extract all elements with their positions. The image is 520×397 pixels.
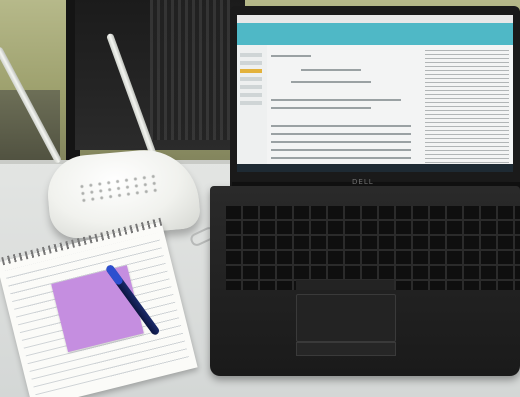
touchpad-buttons bbox=[296, 342, 396, 356]
table-row bbox=[271, 125, 411, 127]
trackpoint-buttons bbox=[296, 280, 394, 290]
photo-scene: DELL bbox=[0, 0, 520, 397]
router-admin-content bbox=[271, 49, 419, 167]
content-line bbox=[271, 55, 311, 57]
os-taskbar bbox=[237, 164, 513, 172]
keyboard-rows bbox=[226, 206, 520, 290]
sidebar-item bbox=[240, 93, 262, 97]
laptop-display bbox=[237, 15, 513, 172]
content-line bbox=[271, 107, 371, 109]
laptop-touchpad bbox=[296, 294, 396, 342]
sidebar-item bbox=[240, 77, 262, 81]
laptop-brand-logo: DELL bbox=[352, 178, 374, 186]
browser-toolbar bbox=[237, 15, 513, 23]
sidebar-item bbox=[240, 61, 262, 65]
rack-cables bbox=[150, 0, 230, 140]
sidebar-item bbox=[240, 101, 262, 105]
content-line bbox=[271, 99, 401, 101]
router-admin-header bbox=[237, 23, 513, 45]
router-admin-help-panel bbox=[425, 47, 509, 169]
sidebar-item bbox=[240, 53, 262, 57]
table-row bbox=[271, 133, 411, 135]
router-admin-sidebar bbox=[237, 45, 267, 172]
table-row bbox=[271, 141, 411, 143]
table-row bbox=[271, 149, 411, 151]
content-line bbox=[301, 69, 361, 71]
sidebar-item-active bbox=[240, 69, 262, 73]
table-row bbox=[271, 157, 411, 159]
content-line bbox=[291, 81, 371, 83]
sidebar-item bbox=[240, 85, 262, 89]
